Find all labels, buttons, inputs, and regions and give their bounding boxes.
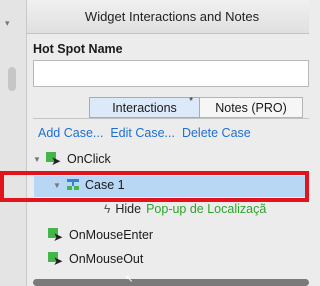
edit-case-link[interactable]: Edit Case... (110, 126, 175, 140)
expand-triangle-icon[interactable]: ▼ (33, 155, 41, 164)
tab-label: Interactions (112, 100, 177, 115)
event-label: OnMouseEnter (69, 228, 154, 242)
hotspot-name-input[interactable] (33, 60, 309, 87)
vertical-scrollbar[interactable] (8, 67, 16, 91)
mouse-cursor-icon: ↖ (125, 274, 134, 285)
event-label: OnClick (67, 152, 111, 166)
tree-item-onclick[interactable]: ▼ ➤ OnClick (33, 151, 111, 167)
expand-triangle-icon[interactable]: ▼ (53, 181, 61, 190)
tree-item-onmouseenter[interactable]: ➤ OnMouseEnter (48, 227, 153, 243)
tree-item-case-1[interactable]: ▼ Case 1 (53, 178, 125, 192)
tree-item-onmouseout[interactable]: ➤ OnMouseOut (48, 251, 143, 267)
event-icon: ➤ (48, 251, 64, 267)
lightning-icon: ϟ (104, 202, 111, 216)
tab-bar: Interactions * Notes (PRO) (89, 96, 303, 118)
tab-notes[interactable]: Notes (PRO) (200, 97, 303, 118)
tab-interactions[interactable]: Interactions * (89, 96, 200, 118)
horizontal-scrollbar[interactable]: ↖ (33, 274, 309, 286)
action-verb: Hide (115, 202, 142, 216)
tab-label: Notes (PRO) (215, 100, 287, 115)
tree-item-action[interactable]: ϟ Hide Pop-up de Localizaçã (104, 202, 266, 216)
event-icon: ➤ (46, 151, 62, 167)
case-label: Case 1 (85, 178, 125, 192)
tab-divider (33, 118, 309, 119)
event-label: OnMouseOut (69, 252, 144, 266)
hotspot-name-label: Hot Spot Name (33, 42, 123, 56)
event-icon: ➤ (48, 227, 64, 243)
action-target: Pop-up de Localizaçã (146, 202, 267, 216)
widget-interactions-panel: Widget Interactions and Notes Hot Spot N… (27, 0, 309, 286)
case-actions: Add Case... Edit Case... Delete Case (38, 126, 251, 140)
panel-title: Widget Interactions and Notes (27, 0, 309, 34)
case-icon (66, 178, 80, 192)
add-case-link[interactable]: Add Case... (38, 126, 103, 140)
collapse-icon[interactable]: ▾ (5, 18, 10, 29)
delete-case-link[interactable]: Delete Case (182, 126, 251, 140)
left-gutter: ▾ (0, 0, 27, 286)
modified-marker: * (189, 96, 193, 107)
